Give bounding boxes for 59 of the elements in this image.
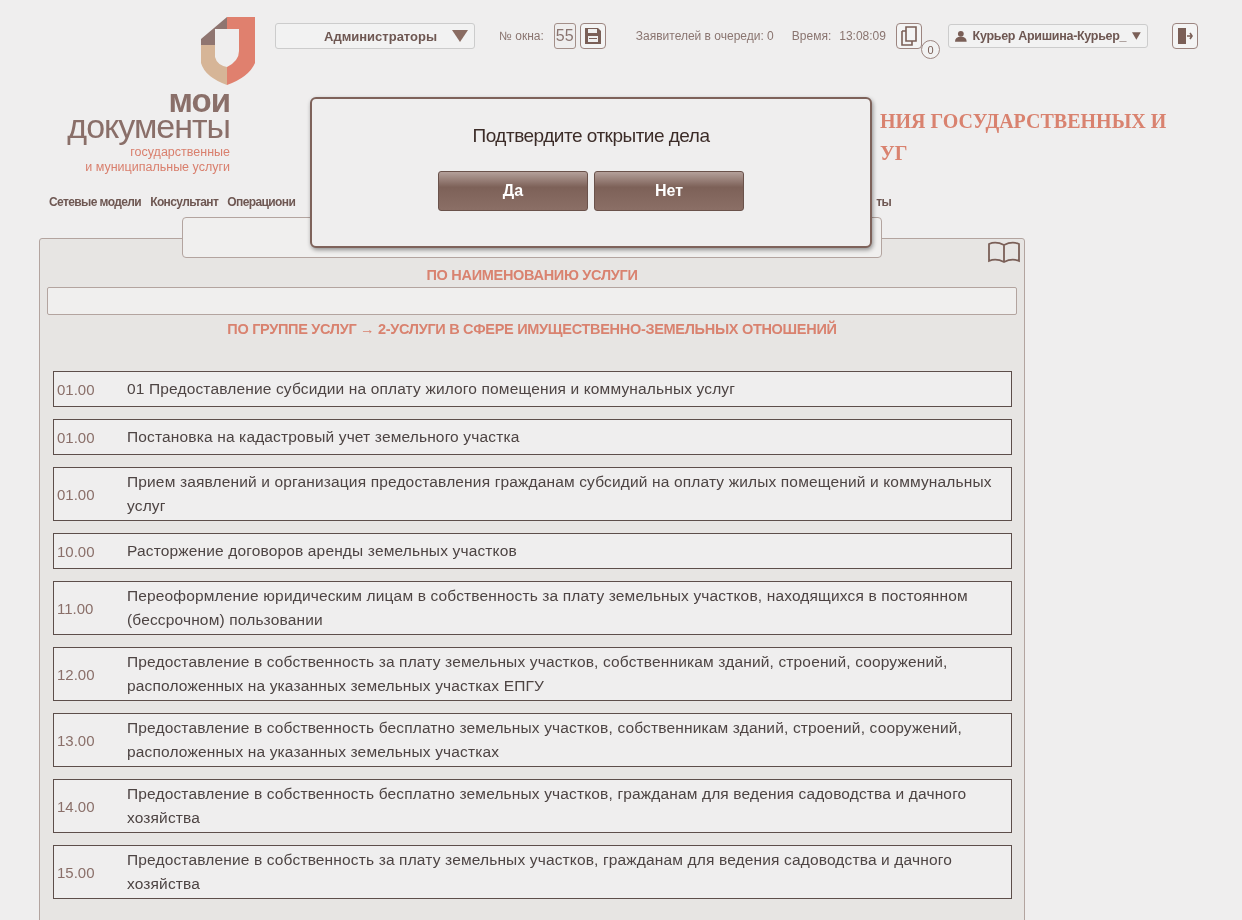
logo-shield-icon (199, 17, 255, 85)
service-name: Предоставление в собственность бесплатно земельных участков, собственникам зданий, строений, сооружений, расположенных на указанных земельных участках (127, 718, 963, 762)
service-code: 01.00 (56, 428, 96, 446)
nav-link[interactable]: Операциони (227, 195, 296, 215)
service-group-breadcrumb: ПО ГРУППЕ УСЛУГ → 2-УСЛУГИ В СФЕРЕ ИМУЩЕСТВЕННО-ЗЕМЕЛЬНЫХ ОТНОШЕНИЙ (226, 321, 838, 337)
dialog-button[interactable]: Да (438, 171, 588, 211)
service-row[interactable]: 01.00 Постановка на кадастровый учет земельного участка (53, 419, 1012, 455)
service-row[interactable]: 10.00 Расторжение договоров аренды земельных участков (53, 533, 1012, 569)
nav-link[interactable]: ты (876, 195, 892, 215)
service-name: Прием заявлений и организация предоставления гражданам субсидий на оплату жилых помещений и коммунальных услуг (127, 472, 993, 516)
documents-count-badge: 0 (920, 40, 940, 59)
service-code: 15.00 (56, 863, 96, 881)
service-name: Предоставление в собственность за плату земельных участков, собственникам зданий, строений, сооружений, расположенных на указанных земельных участках ЕПГУ (127, 652, 949, 696)
service-name: Предоставление в собственность бесплатно земельных участков, гражданам для ведения садоводства и дачного хозяйства (127, 784, 968, 828)
service-name: Переоформление юридическим лицам в собственность за плату земельных участков, находящихся в постоянном (бессрочном) пользовании (127, 586, 969, 630)
service-row[interactable]: 11.00 Переоформление юридическим лицам в собственность за плату земельных участков, находящихся в постоянном (бессрочном) пользовании (53, 581, 1012, 635)
service-row[interactable]: 12.00 Предоставление в собственность за плату земельных участков, собственникам зданий, строений, сооружений, расположенных на указанных земельных участках ЕПГУ (53, 647, 1012, 701)
service-code: 10.00 (56, 542, 96, 560)
user-dropdown[interactable]: Курьер Аришина-Курьер_ (947, 24, 1148, 48)
page-title: УГ (880, 141, 909, 166)
service-name: Расторжение договоров аренды земельных участков (127, 541, 518, 561)
window-number-field[interactable]: 55 (553, 23, 576, 49)
dialog-message: Подтвердите открытие дела (472, 125, 710, 147)
service-row[interactable]: 01.00 Прием заявлений и организация предоставления гражданам субсидий на оплату жилых помещений и коммунальных услуг (53, 467, 1012, 521)
time-label: Время: (791, 29, 832, 43)
service-row[interactable]: 15.00 Предоставление в собственность за плату земельных участков, гражданам для ведения садоводства и дачного хозяйства (53, 845, 1012, 899)
dropdown-arrow-icon (1132, 31, 1141, 41)
page-title: НИЯ ГОСУДАРСТВЕННЫХ И (880, 109, 1168, 135)
service-row[interactable]: 14.00 Предоставление в собственность бесплатно земельных участков, гражданам для ведения садоводства и дачного хозяйства (53, 779, 1012, 833)
book-icon[interactable] (987, 241, 1021, 263)
group-dropdown[interactable]: Администраторы (275, 23, 475, 49)
service-name: 01 Предоставление субсидии на оплату жилого помещения и коммунальных услуг (127, 379, 737, 399)
documents-icon (900, 26, 917, 46)
save-button[interactable] (579, 23, 606, 49)
dialog-button[interactable]: Нет (594, 171, 744, 211)
nav-link[interactable]: Сетевые модели (49, 195, 142, 215)
service-code: 01.00 (56, 485, 96, 503)
service-code: 13.00 (56, 731, 96, 749)
service-name: Постановка на кадастровый учет земельного участка (127, 427, 521, 447)
user-silhouette-icon (954, 28, 967, 44)
service-code: 14.00 (56, 797, 96, 815)
service-row[interactable]: 13.00 Предоставление в собственность бесплатно земельных участков, собственникам зданий, строений, сооружений, расположенных на указанных земельных участках (53, 713, 1012, 767)
service-row[interactable]: 01.00 01 Предоставление субсидии на оплату жилого помещения и коммунальных услуг (53, 371, 1012, 407)
nav-link[interactable]: Консультант (150, 195, 219, 215)
service-code: 11.00 (56, 599, 95, 617)
service-name: Предоставление в собственность за плату земельных участков, гражданам для ведения садоводства и дачного хозяйства (127, 850, 953, 894)
window-label: № окна: (499, 29, 544, 43)
documents-button[interactable] (895, 23, 922, 49)
clock-time: 13:08:09 (839, 29, 886, 43)
service-name-field[interactable] (47, 287, 1017, 315)
service-code: 12.00 (56, 665, 96, 683)
service-code: 01.00 (56, 380, 96, 398)
logo-subtitle: и муниципальные услуги (85, 160, 230, 175)
logout-button[interactable] (1171, 23, 1198, 49)
exit-door-icon (1176, 27, 1193, 45)
logo-subtitle: государственные (130, 145, 230, 160)
queue-counter: Заявителей в очереди: 0 (635, 29, 774, 43)
dropdown-arrow-icon (452, 30, 468, 42)
search-by-name-label: ПО НАИМЕНОВАНИЮ УСЛУГИ (425, 267, 639, 283)
